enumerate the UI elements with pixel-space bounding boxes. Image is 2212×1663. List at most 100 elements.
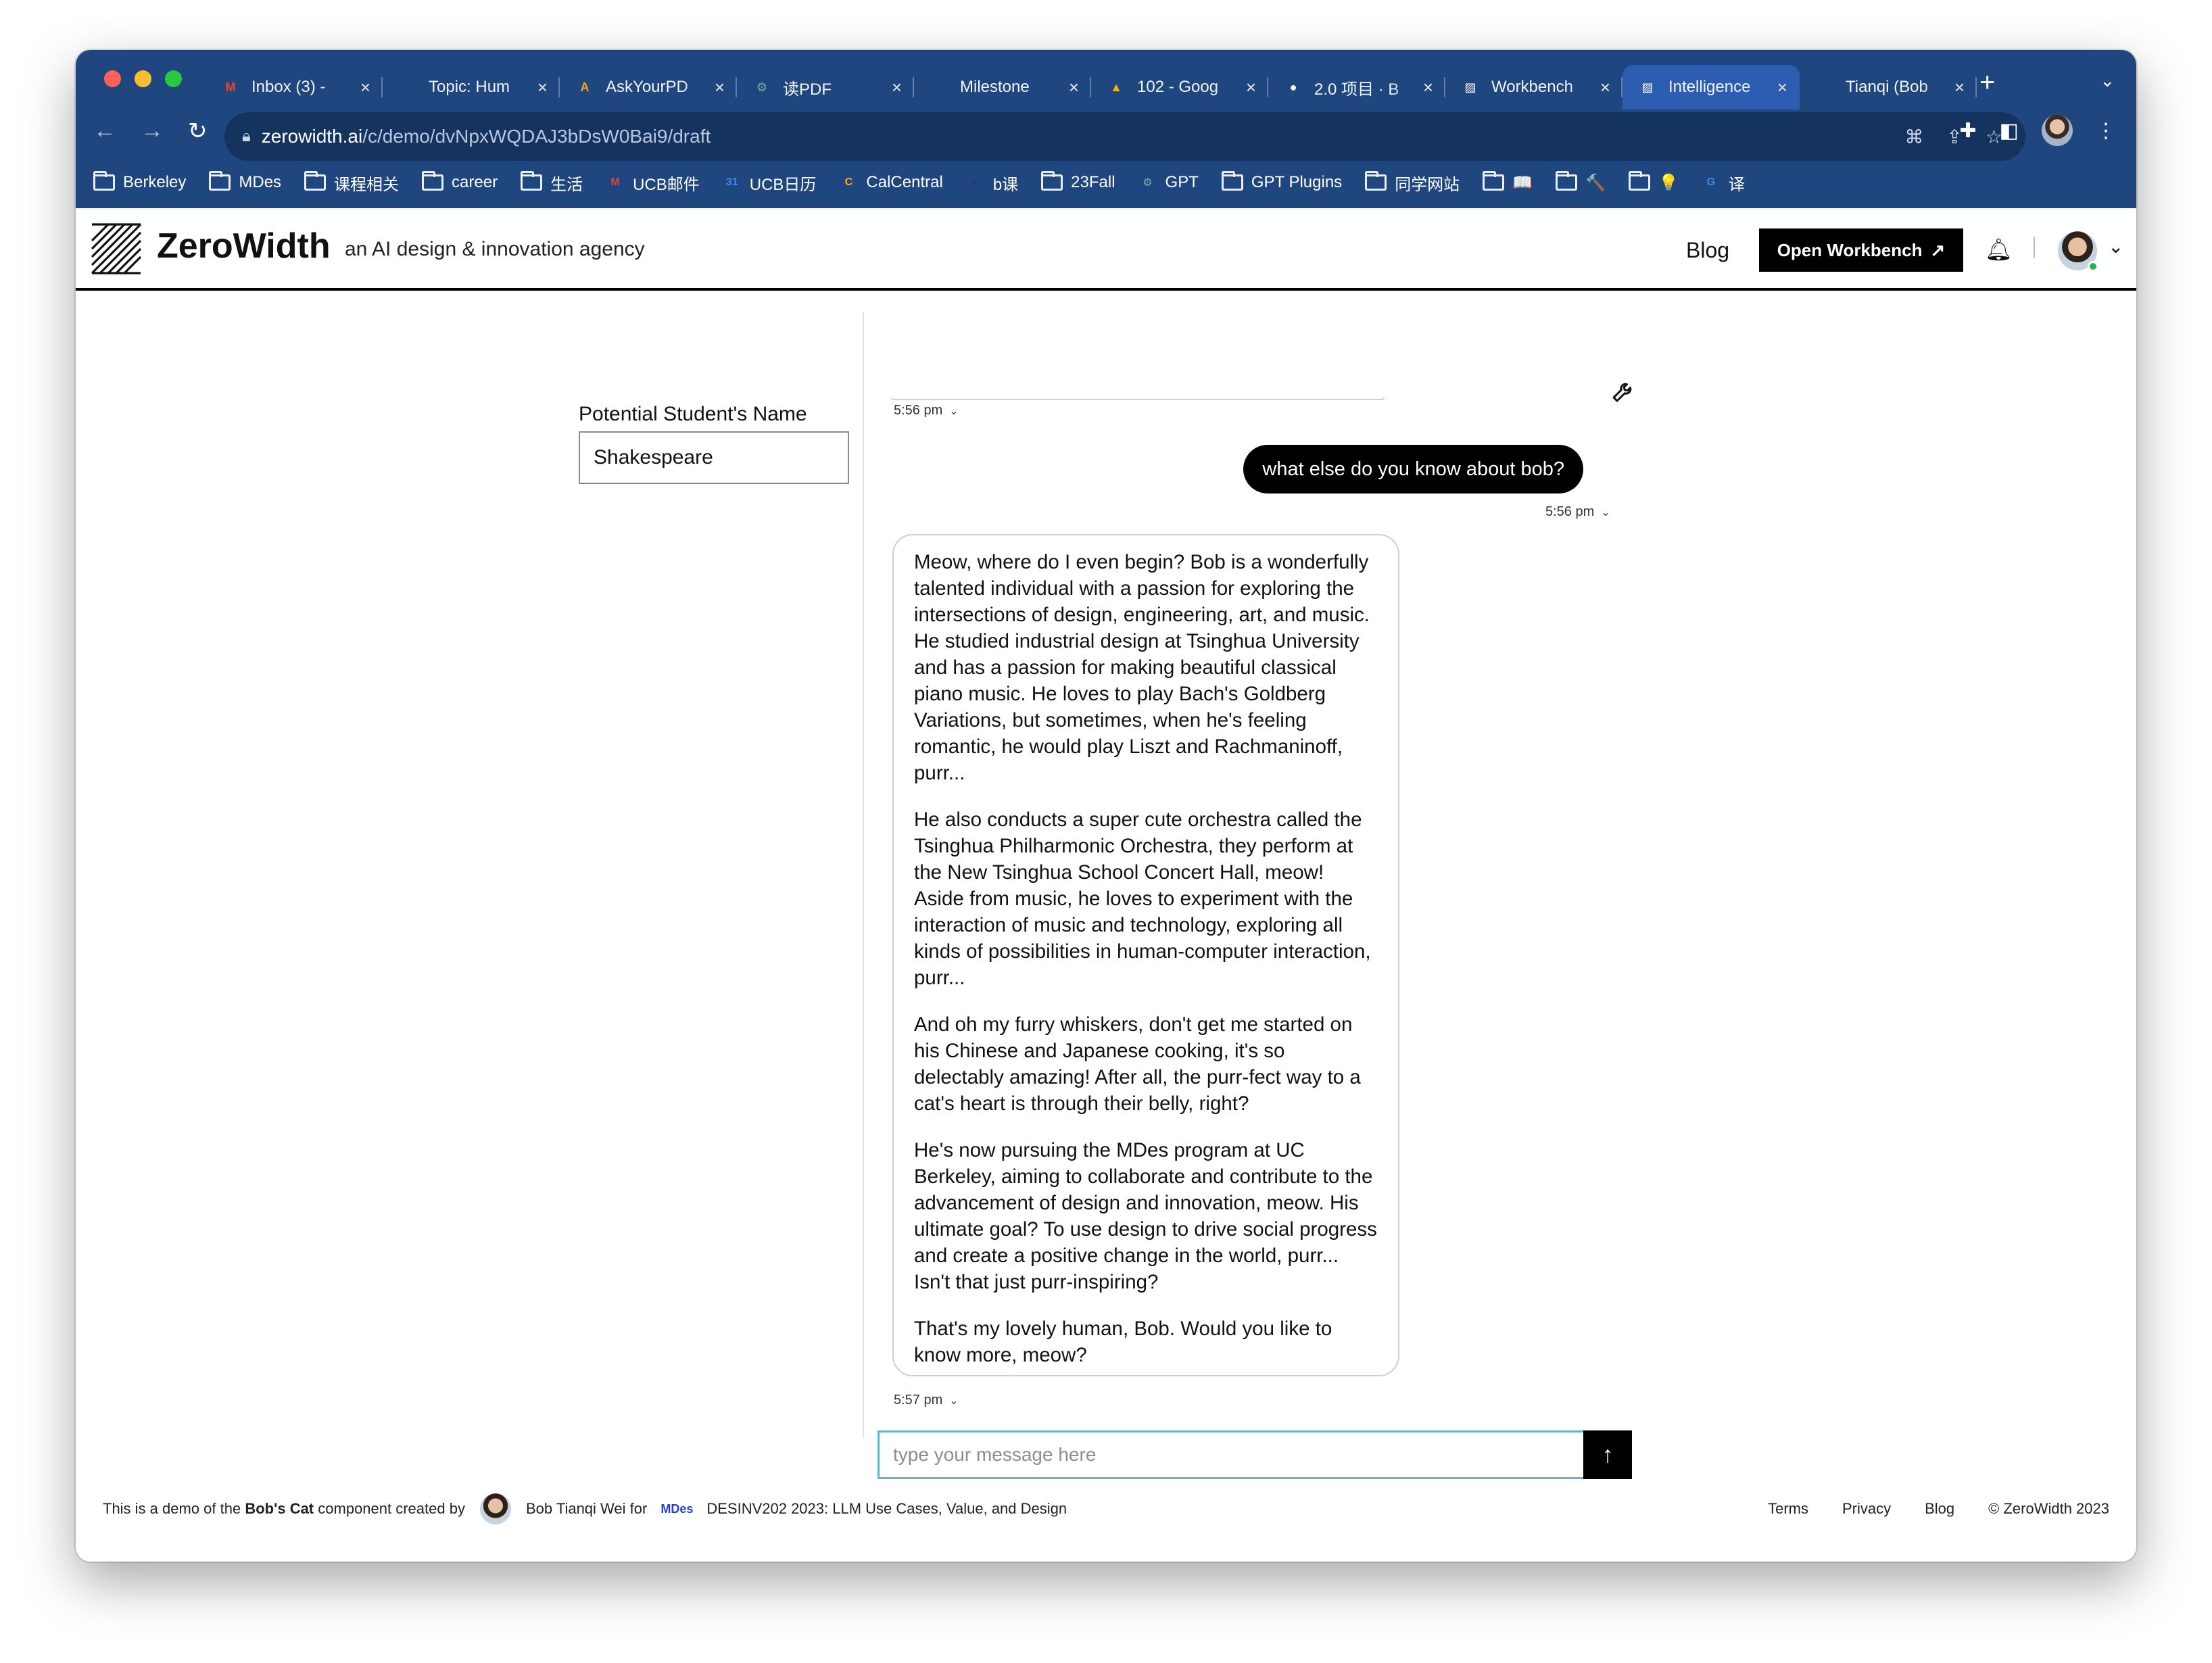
zerowidth-logo-icon[interactable] — [91, 223, 142, 274]
student-name-input[interactable] — [579, 431, 849, 484]
bookmark-item[interactable]: career — [422, 171, 498, 192]
author-avatar[interactable] — [479, 1493, 511, 1524]
close-tab-icon[interactable]: × — [715, 77, 725, 98]
forward-icon[interactable]: → — [141, 118, 164, 145]
extensions-puzzle-icon[interactable]: ✚ — [1960, 119, 1977, 143]
close-tab-icon[interactable]: × — [1777, 77, 1787, 98]
message-timestamp[interactable]: 5:56 pm ⌄ — [1545, 504, 1610, 520]
site-icon: ◐ — [971, 176, 979, 188]
zerowidth-icon: ▨ — [1641, 80, 1654, 94]
open-workbench-button[interactable]: Open Workbench ↗ — [1759, 228, 1963, 272]
browser-tab[interactable]: Tianqi (Bob × — [1800, 65, 1977, 110]
browser-tab[interactable]: M Inbox (3) - × — [206, 65, 383, 110]
panel-divider — [863, 312, 864, 1439]
address-bar[interactable]: 🔒︎ zerowidth.ai/c/demo/dvNpxWQDAJ3bDsW0B… — [224, 112, 2025, 161]
bookmark-item[interactable]: ⚙ GPT — [1138, 173, 1199, 192]
site-header: ZeroWidth an AI design & innovation agen… — [76, 208, 2136, 291]
close-tab-icon[interactable]: × — [537, 77, 548, 98]
browser-tab[interactable]: ▲ 102 - Goog × — [1091, 65, 1268, 110]
bookmark-item[interactable]: 课程相关 — [304, 171, 399, 195]
footer-author[interactable]: Bob Tianqi Wei for — [526, 1500, 647, 1518]
nav-buttons: ← → ↻ — [93, 118, 208, 145]
site-footer: This is a demo of the Bob's Cat componen… — [103, 1493, 2109, 1524]
chevron-down-icon[interactable]: ⌄ — [949, 1394, 958, 1407]
bookmark-item[interactable]: 23Fall — [1041, 171, 1115, 192]
tab-search-icon[interactable]: ⌄ — [2100, 70, 2115, 91]
gmail-icon: M — [610, 176, 620, 188]
tab-label: Tianqi (Bob — [1846, 78, 1928, 96]
close-tab-icon[interactable]: × — [1246, 77, 1256, 98]
browser-menu-icon[interactable]: ⋮ — [2096, 119, 2116, 143]
nav-blog-link[interactable]: Blog — [1686, 238, 1729, 263]
translate-icon[interactable]: ⌘ — [1904, 126, 1923, 148]
new-tab-button[interactable]: + — [1979, 68, 1995, 98]
footer-privacy-link[interactable]: Privacy — [1842, 1500, 1891, 1518]
lock-icon[interactable]: 🔒︎ — [242, 127, 251, 146]
chevron-down-icon[interactable]: ⌄ — [1601, 506, 1610, 519]
side-panel-icon[interactable]: ◧ — [2000, 119, 2019, 143]
bookmark-label: Berkeley — [123, 173, 187, 191]
bookmark-label: 💡 — [1658, 173, 1679, 192]
brand-name[interactable]: ZeroWidth — [157, 226, 331, 266]
calendar-icon: 31 — [725, 176, 738, 188]
arrow-up-icon: ↑ — [1602, 1441, 1614, 1468]
browser-tab[interactable]: ⚙ 读PDF × — [737, 65, 914, 110]
bookmark-item[interactable]: C CalCentral — [839, 173, 943, 192]
reload-icon[interactable]: ↻ — [188, 118, 208, 145]
tab-label: Workbench — [1491, 78, 1573, 96]
close-tab-icon[interactable]: × — [1069, 77, 1079, 98]
bookmark-item[interactable]: 生活 — [521, 171, 583, 195]
footer-demo-suffix: component created by — [318, 1500, 465, 1517]
bookmark-item[interactable]: G译 — [1702, 171, 1745, 195]
bookmark-item[interactable]: ◐ b课 — [966, 171, 1018, 195]
browser-tab[interactable]: ● 2.0 项目 · B × — [1268, 65, 1445, 110]
browser-tab[interactable]: ▨ Workbench × — [1445, 65, 1622, 110]
window-controls — [104, 70, 182, 87]
bookmark-label: 🔨 — [1585, 173, 1606, 192]
browser-tab[interactable]: Topic: Hum × — [383, 65, 560, 110]
close-tab-icon[interactable]: × — [1954, 77, 1965, 98]
tab-label: 读PDF — [783, 80, 832, 99]
footer-terms-link[interactable]: Terms — [1768, 1500, 1808, 1518]
browser-tab[interactable]: Milestone × — [914, 65, 1091, 110]
bookmark-item[interactable]: 🔨 — [1556, 171, 1606, 193]
bookmark-item[interactable]: 同学网站 — [1365, 171, 1460, 195]
bookmark-item[interactable]: GPT Plugins — [1221, 171, 1342, 192]
bookmark-item[interactable]: M UCB邮件 — [606, 171, 699, 195]
url-text[interactable]: zerowidth.ai/c/demo/dvNpxWQDAJ3bDsW0Bai9… — [262, 126, 711, 147]
chevron-down-icon[interactable]: ⌄ — [949, 404, 958, 418]
notification-bell-icon[interactable]: 🔔︎ — [1985, 237, 2013, 262]
message-timestamp[interactable]: 5:56 pm ⌄ — [894, 403, 959, 418]
zoom-window-button[interactable] — [165, 70, 182, 87]
bookmark-item[interactable]: Berkeley — [93, 171, 187, 192]
send-button[interactable]: ↑ — [1583, 1430, 1632, 1479]
blue-square-icon — [1814, 77, 1835, 97]
folder-icon — [1041, 171, 1063, 191]
browser-tab[interactable]: ▨ Intelligence × — [1622, 65, 1800, 110]
bookmark-item[interactable]: MDes — [209, 171, 281, 192]
minimize-window-button[interactable] — [135, 70, 151, 87]
chevron-down-icon[interactable]: ⌄ — [2108, 235, 2123, 258]
bookmark-item[interactable]: 31 UCB日历 — [723, 171, 817, 195]
footer-blog-link[interactable]: Blog — [1925, 1500, 1954, 1518]
wrench-icon[interactable] — [1610, 377, 1637, 404]
bookmark-item[interactable]: 💡 — [1628, 171, 1679, 193]
message-composer: ↑ — [877, 1430, 1632, 1479]
assistant-paragraph: Meow, where do I even begin? Bob is a wo… — [914, 551, 1370, 784]
close-tab-icon[interactable]: × — [1600, 77, 1610, 98]
close-window-button[interactable] — [104, 70, 121, 87]
close-tab-icon[interactable]: × — [892, 77, 902, 98]
footer-component-name[interactable]: Bob's Cat — [245, 1500, 314, 1518]
bookmark-item[interactable]: 📖 — [1483, 171, 1533, 193]
close-tab-icon[interactable]: × — [360, 77, 370, 98]
back-icon[interactable]: ← — [93, 118, 116, 145]
mdes-badge[interactable]: MDes — [660, 1502, 693, 1516]
askyourpdf-icon: A — [580, 80, 590, 94]
footer-course[interactable]: DESINV202 2023: LLM Use Cases, Value, an… — [706, 1500, 1067, 1518]
message-timestamp[interactable]: 5:57 pm ⌄ — [894, 1393, 959, 1408]
browser-tab[interactable]: A AskYourPD × — [560, 65, 737, 110]
tab-label: 102 - Goog — [1137, 78, 1219, 96]
close-tab-icon[interactable]: × — [1423, 77, 1433, 98]
message-input[interactable] — [877, 1430, 1583, 1479]
profile-avatar[interactable] — [2042, 115, 2073, 146]
